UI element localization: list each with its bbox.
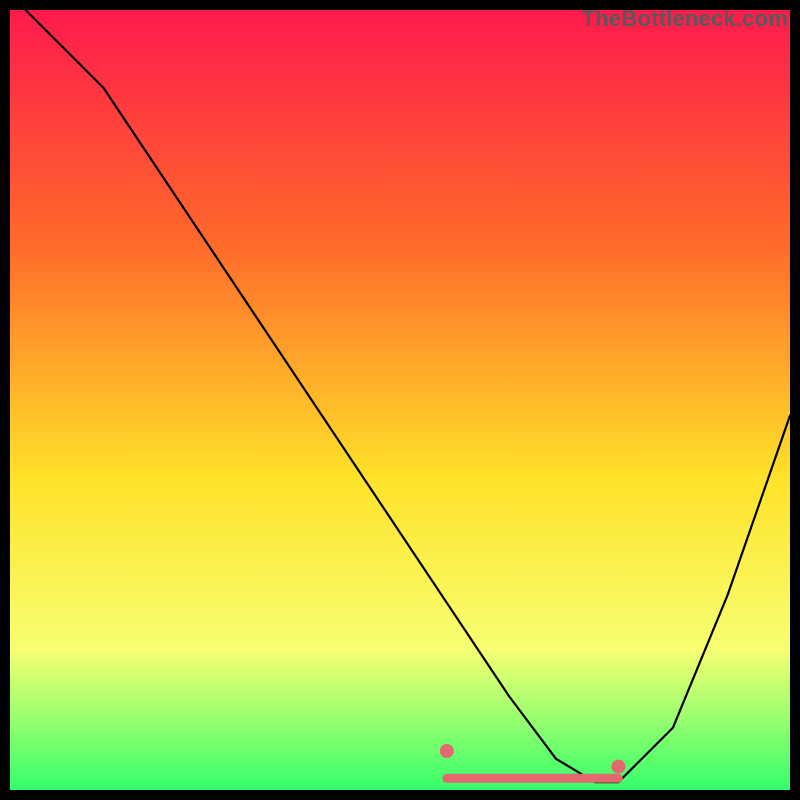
- gradient-background: [10, 10, 790, 790]
- plot-area: [10, 10, 790, 790]
- chart-svg: [10, 10, 790, 790]
- curve-dot-right: [611, 760, 625, 774]
- curve-dot-left: [440, 744, 454, 758]
- watermark-text: TheBottleneck.com: [582, 6, 788, 32]
- chart-frame: TheBottleneck.com: [0, 0, 800, 800]
